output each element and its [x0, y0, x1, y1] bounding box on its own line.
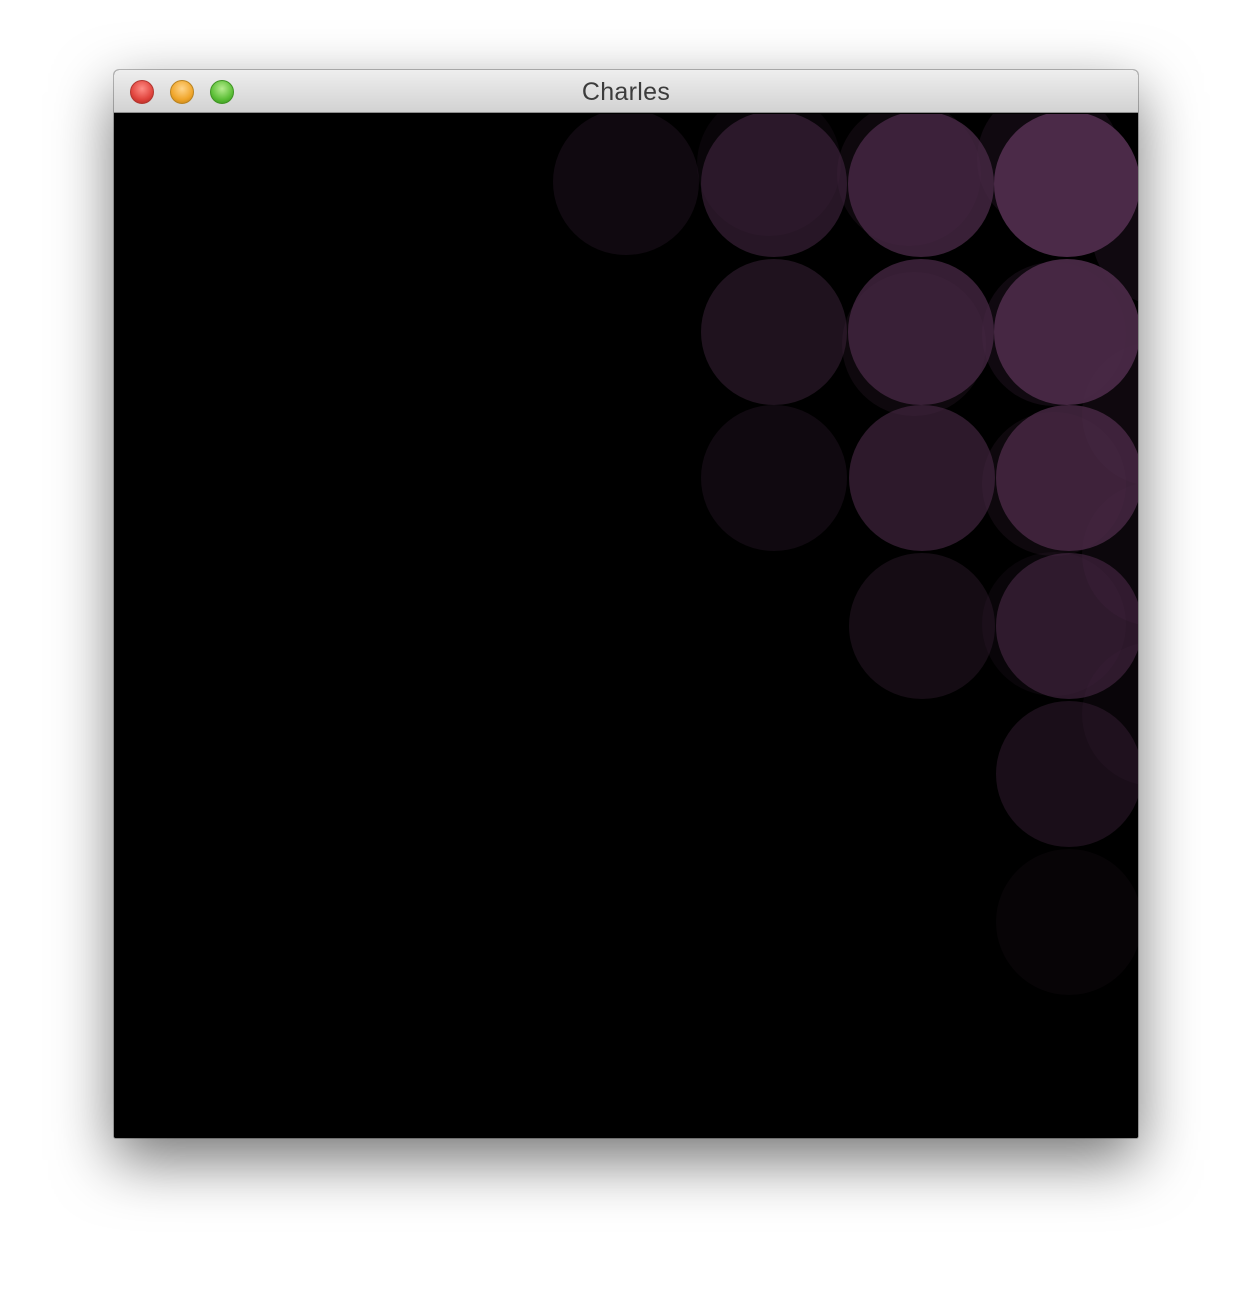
circle — [553, 114, 699, 255]
circle — [996, 553, 1138, 699]
circle — [701, 114, 847, 257]
circle — [996, 849, 1138, 995]
circle — [996, 701, 1138, 847]
circle-grid — [553, 114, 1138, 995]
circle — [849, 405, 995, 551]
circle — [701, 259, 847, 405]
circle — [994, 114, 1138, 257]
title-bar[interactable]: Charles — [114, 70, 1138, 113]
circle — [994, 259, 1138, 405]
drawing-canvas[interactable] — [114, 114, 1138, 1138]
app-window: Charles — [114, 70, 1138, 1138]
window-title: Charles — [581, 78, 671, 106]
circle — [849, 553, 995, 699]
circle — [996, 405, 1138, 551]
circle — [848, 259, 994, 405]
circle — [848, 114, 994, 257]
circle — [701, 405, 847, 551]
